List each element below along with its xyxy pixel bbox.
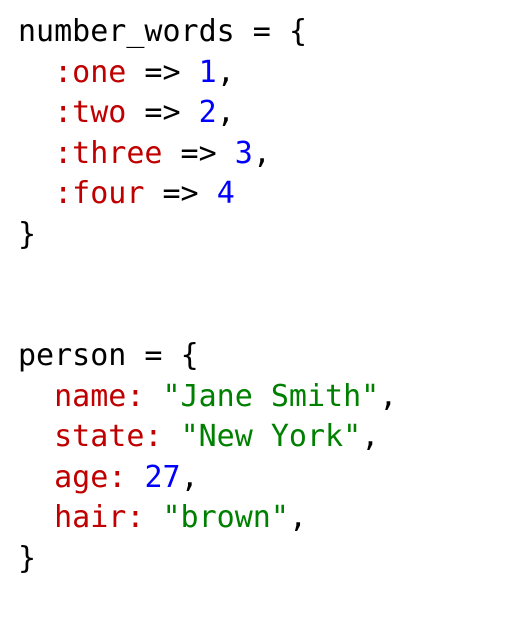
string-literal: "Jane Smith" <box>163 379 380 414</box>
number-literal: 27 <box>144 460 180 495</box>
identifier: number_words <box>18 14 235 49</box>
line: :two => 2, <box>18 95 235 130</box>
number-literal: 1 <box>199 55 217 90</box>
code-block: number_words = { :one => 1, :two => 2, :… <box>0 0 532 591</box>
identifier: person <box>18 338 126 373</box>
close-brace: } <box>18 541 36 576</box>
assign-op: = <box>126 338 180 373</box>
symbol-key: state: <box>54 419 162 454</box>
line: person = { <box>18 338 199 373</box>
line: age: 27, <box>18 460 199 495</box>
hash-rocket: => <box>144 176 216 211</box>
symbol-key: :three <box>54 136 162 171</box>
assign-op: = <box>235 14 289 49</box>
comma: , <box>181 460 199 495</box>
open-brace: { <box>289 14 307 49</box>
close-brace: } <box>18 217 36 252</box>
comma: , <box>253 136 271 171</box>
symbol-key: hair: <box>54 500 144 535</box>
comma: , <box>289 500 307 535</box>
comma: , <box>379 379 397 414</box>
symbol-key: :one <box>54 55 126 90</box>
symbol-key: age: <box>54 460 126 495</box>
line: :one => 1, <box>18 55 235 90</box>
comma: , <box>361 419 379 454</box>
hash-rocket: => <box>163 136 235 171</box>
line: } <box>18 217 36 252</box>
symbol-key: name: <box>54 379 144 414</box>
line: :four => 4 <box>18 176 235 211</box>
hash-rocket: => <box>126 55 198 90</box>
string-literal: "brown" <box>163 500 289 535</box>
number-literal: 3 <box>235 136 253 171</box>
symbol-key: :four <box>54 176 144 211</box>
comma: , <box>217 55 235 90</box>
line: :three => 3, <box>18 136 271 171</box>
line: } <box>18 541 36 576</box>
line: name: "Jane Smith", <box>18 379 397 414</box>
number-literal: 2 <box>199 95 217 130</box>
space <box>163 419 181 454</box>
line: hair: "brown", <box>18 500 307 535</box>
number-literal: 4 <box>217 176 235 211</box>
symbol-key: :two <box>54 95 126 130</box>
comma: , <box>217 95 235 130</box>
space <box>144 379 162 414</box>
open-brace: { <box>181 338 199 373</box>
string-literal: "New York" <box>181 419 362 454</box>
line: number_words = { <box>18 14 307 49</box>
hash-rocket: => <box>126 95 198 130</box>
space <box>144 500 162 535</box>
line: state: "New York", <box>18 419 379 454</box>
space <box>126 460 144 495</box>
